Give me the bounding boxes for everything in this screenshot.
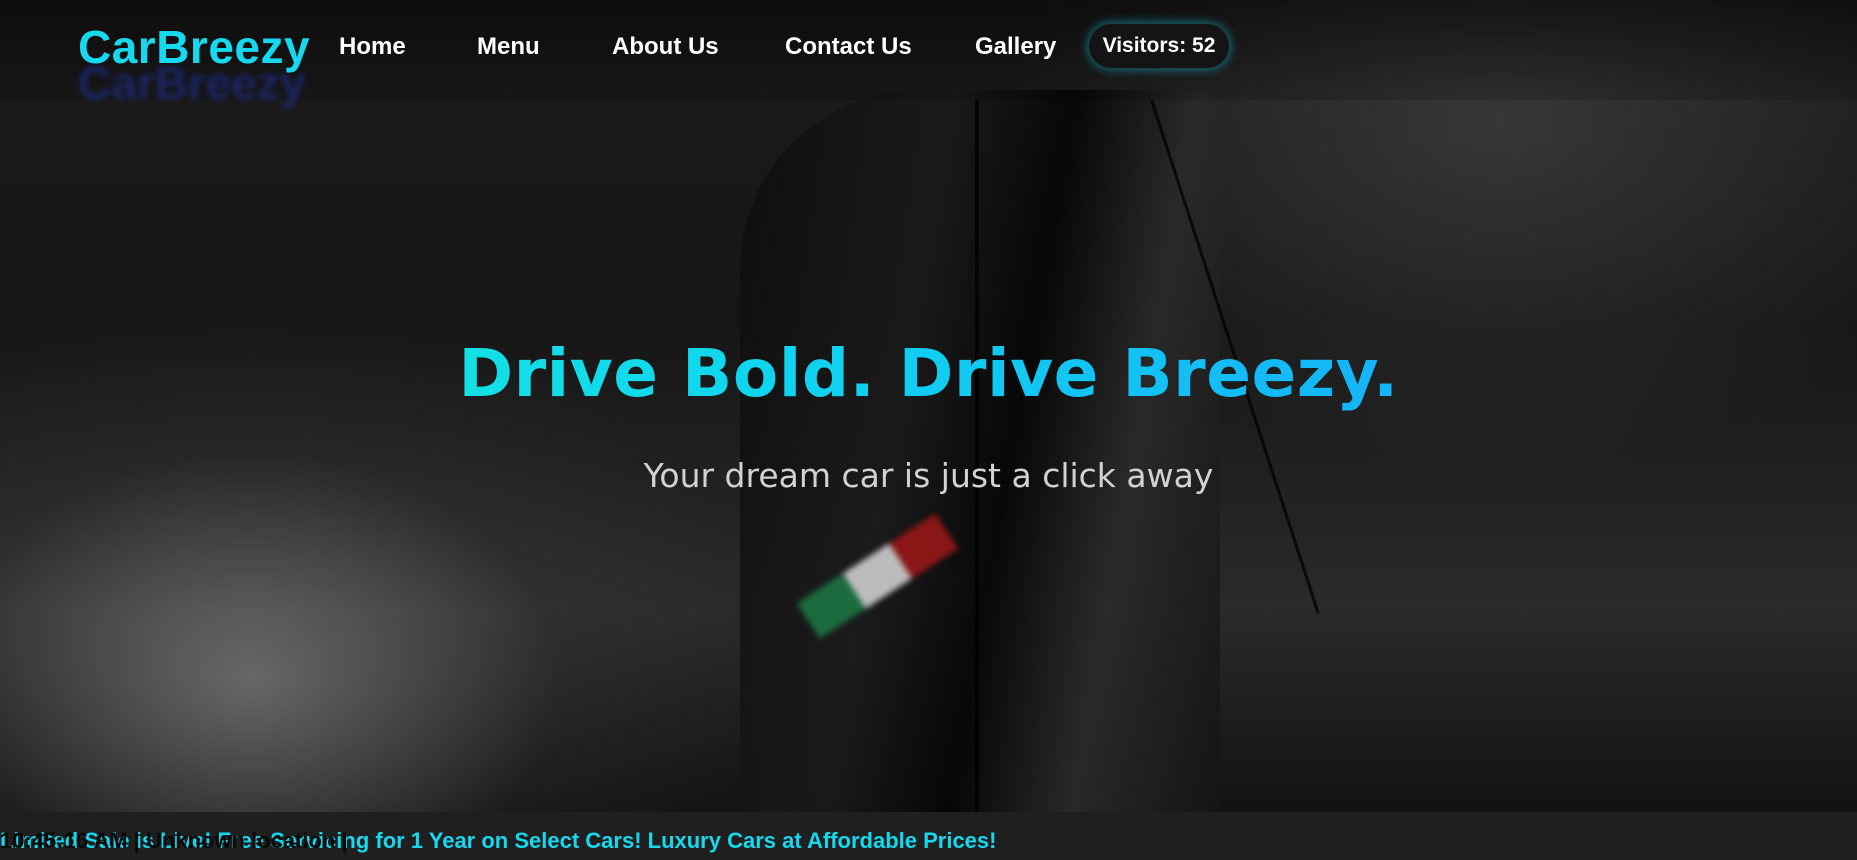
visitor-counter-badge: Visitors: 52 [1088,23,1230,69]
navbar: CarBreezy CarBreezy Home Menu About Us C… [0,0,1857,109]
nav-link-about-us[interactable]: About Us [612,33,719,61]
nav-link-contact-us[interactable]: Contact Us [785,33,912,61]
nav-link-home[interactable]: Home [339,33,406,61]
nav-link-gallery[interactable]: Gallery [975,33,1056,61]
hero-title: Drive Bold. Drive Breezy. [0,335,1857,412]
nav-link-menu[interactable]: Menu [477,33,540,61]
hero-subtitle: Your dream car is just a click away [643,456,1214,495]
brand-logo[interactable]: CarBreezy [78,20,310,74]
clock-location-readout: 10:45:16 AM | Unknown location | [0,828,348,853]
car-image [740,90,1220,812]
